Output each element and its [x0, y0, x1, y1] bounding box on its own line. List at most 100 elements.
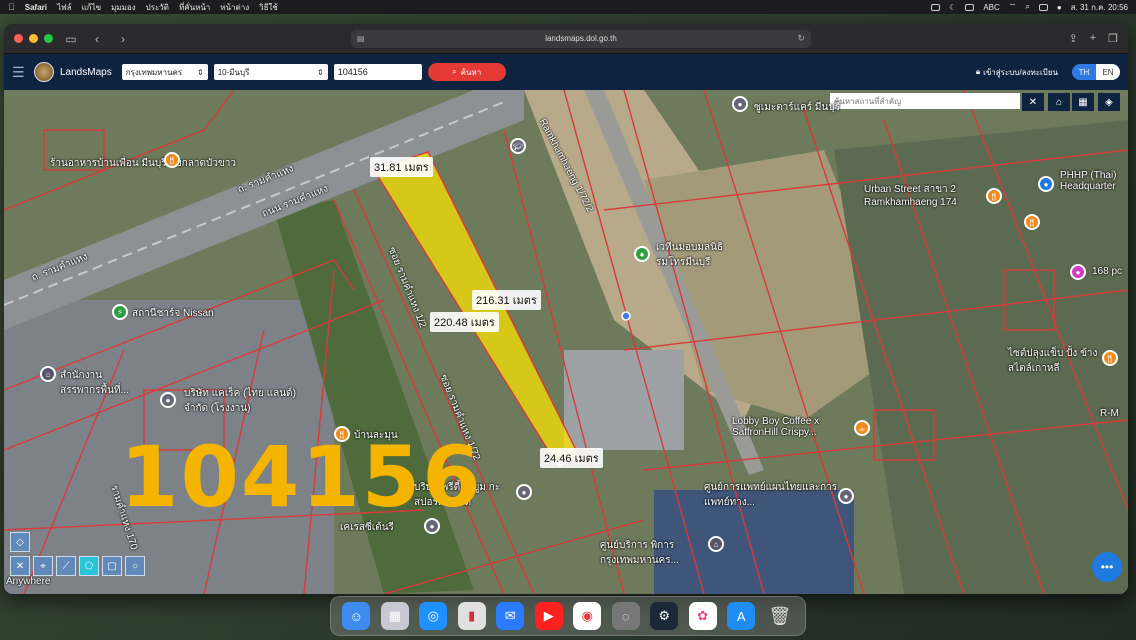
- label-supermarket: ซูเมะตาร์แคร์ มีนบุรี: [754, 102, 841, 113]
- pin-tool-icon[interactable]: ⌖: [33, 556, 53, 576]
- messenger-icon[interactable]: ✉: [496, 602, 525, 630]
- home-icon[interactable]: ⌂: [1048, 93, 1070, 111]
- circle-tool-icon[interactable]: ○: [125, 556, 145, 576]
- new-tab-icon[interactable]: +: [1090, 32, 1096, 45]
- wifi-icon[interactable]: ⌔: [1009, 2, 1017, 12]
- supermarket-pin-icon[interactable]: ●: [732, 96, 748, 112]
- launchpad-icon[interactable]: ▦: [380, 602, 409, 630]
- label-anywhere: Anywhere: [6, 576, 51, 587]
- label-restaurant: ร้านอาหารบ้านเพื่อน มีนบุรี แยกลาดบัวขาว: [50, 158, 237, 169]
- charging-station-icon[interactable]: ⚡︎: [112, 304, 128, 320]
- focus-moon-icon[interactable]: ☾: [949, 3, 956, 12]
- safari-window: ▭ ‹ › ▤ landsmaps.dol.go.th ↻ ⇪ + ❐ ☰ La…: [4, 24, 1128, 594]
- toolbar-right-actions: ⇪ + ❐: [1068, 32, 1118, 45]
- lang-en-button[interactable]: EN: [1096, 64, 1120, 80]
- display-icon[interactable]: [965, 3, 975, 11]
- place-search-input[interactable]: [830, 93, 1020, 109]
- sidebar-toggle-icon[interactable]: ▭: [63, 32, 79, 46]
- steam-icon[interactable]: ⚙: [650, 602, 679, 630]
- province-select[interactable]: กรุงเทพมหานคร ⇕: [121, 64, 208, 80]
- menu-history[interactable]: ประวัติ: [146, 1, 169, 14]
- polygon-tool-icon[interactable]: ⬠: [79, 556, 99, 576]
- layers-icon[interactable]: ◈: [1098, 93, 1120, 111]
- medical-pin-icon[interactable]: ●: [838, 488, 854, 504]
- district-select[interactable]: 10-มีนบุรี ⇕: [213, 64, 328, 80]
- map-canvas[interactable]: ✕ ⌂ ▦ ◈ 31.81 เมตร 216.31 เมตร 220.48 เม…: [4, 90, 1128, 594]
- photos-icon[interactable]: ✿: [688, 602, 717, 630]
- macos-menubar:  Safari ไฟล์ แก้ไข มุมมอง ประวัติ ที่คั…: [0, 0, 1136, 14]
- page-icon: ▤: [357, 34, 365, 43]
- control-center-icon[interactable]: [1038, 3, 1048, 11]
- music-icon[interactable]: ◉: [573, 602, 602, 630]
- line-tool-icon[interactable]: ⟋: [56, 556, 76, 576]
- youtube-icon[interactable]: ▶: [534, 602, 563, 630]
- service-center-pin-icon[interactable]: ⌂: [708, 536, 724, 552]
- restaurant-pin-icon[interactable]: 🍴︎: [164, 152, 180, 168]
- church-pin-icon[interactable]: ●: [634, 246, 650, 262]
- search-button[interactable]: ⌕ ค้นหา: [427, 63, 506, 81]
- label-168: 168 pc: [1092, 266, 1123, 277]
- label-phhp: PHHP (Thai) Headquarter: [1060, 170, 1117, 192]
- menu-window[interactable]: หน้าต่าง: [220, 1, 249, 14]
- menu-file[interactable]: ไฟล์: [57, 1, 72, 14]
- school-pin-icon[interactable]: 🎓︎: [510, 138, 526, 154]
- korean-shop-pin-icon[interactable]: 🍴︎: [1102, 350, 1118, 366]
- eraser-tool-icon[interactable]: ◇: [10, 532, 30, 552]
- disk-icon[interactable]: ◌: [611, 602, 640, 630]
- close-window-button[interactable]: [14, 34, 23, 43]
- safari-icon[interactable]: ◎: [419, 602, 448, 630]
- parcel-number-input[interactable]: [333, 64, 422, 80]
- food-pin-icon[interactable]: 🍴︎: [1024, 214, 1040, 230]
- phhp-pin-icon[interactable]: ●: [1038, 176, 1054, 192]
- apple-menu-icon[interactable]: : [8, 2, 15, 12]
- province-value: กรุงเทพมหานคร: [125, 67, 183, 77]
- parcel-number-overlay: 104156: [120, 428, 483, 526]
- more-options-button[interactable]: •••: [1092, 552, 1122, 582]
- menu-view[interactable]: มุมมอง: [111, 1, 136, 14]
- reload-icon[interactable]: ↻: [797, 33, 805, 44]
- office-pin-icon[interactable]: ⌂: [40, 366, 56, 382]
- menu-bookmarks[interactable]: ที่คั่นหน้า: [179, 1, 210, 14]
- siri-icon[interactable]: ●: [1057, 3, 1062, 12]
- label-company: บริษัท แคเร็ค (ไทย แลนด์) จำกัด (โรงงาน): [184, 388, 296, 414]
- urban-street-pin-icon[interactable]: 🍴︎: [986, 188, 1002, 204]
- menu-app-name[interactable]: Safari: [25, 3, 47, 12]
- input-source-label[interactable]: ABC: [983, 3, 999, 12]
- hamburger-menu-icon[interactable]: ☰: [12, 64, 28, 81]
- macos-dock: ☺ ▦ ◎ ▮ ✉ ▶ ◉ ◌ ⚙ ✿ A 🗑︎: [330, 596, 806, 636]
- zoom-window-button[interactable]: [44, 34, 53, 43]
- share-icon[interactable]: ⇪: [1068, 32, 1077, 45]
- lock-icon: 🔒︎: [975, 67, 981, 76]
- coffee-pin-icon[interactable]: ☕︎: [854, 420, 870, 436]
- lang-th-button[interactable]: TH: [1072, 64, 1096, 80]
- menu-edit[interactable]: แก้ไข: [82, 1, 102, 14]
- tab-overview-icon[interactable]: ❐: [1108, 32, 1118, 45]
- login-link[interactable]: 🔒︎ เข้าสู่ระบบ/ลงทะเบียน: [976, 66, 1058, 79]
- address-bar[interactable]: ▤ landsmaps.dol.go.th ↻: [351, 29, 811, 48]
- finder-icon[interactable]: ☺: [342, 602, 371, 630]
- clear-search-icon[interactable]: ✕: [1022, 93, 1044, 111]
- menubar-clock[interactable]: ส. 31 ก.ค. 20:56: [1071, 1, 1128, 14]
- screen-mirroring-icon[interactable]: [931, 3, 941, 11]
- notes-icon[interactable]: ▮: [457, 602, 486, 630]
- company-pin-icon[interactable]: ●: [160, 392, 176, 408]
- window-controls: [14, 34, 53, 43]
- pretty-pin-icon[interactable]: ●: [516, 484, 532, 500]
- spotlight-search-icon[interactable]: ⌕: [1025, 2, 1029, 12]
- forward-chevron-icon[interactable]: ›: [115, 32, 131, 46]
- login-label: เข้าสู่ระบบ/ลงทะเบียน: [983, 67, 1058, 77]
- shop-pin-icon[interactable]: ●: [1070, 264, 1086, 280]
- province-chevron-icon: ⇕: [197, 67, 204, 77]
- measurement-left: 220.48 เมตร: [430, 312, 499, 332]
- trash-icon[interactable]: 🗑︎: [766, 602, 794, 630]
- appstore-icon[interactable]: A: [727, 602, 756, 630]
- measurement-top: 31.81 เมตร: [370, 157, 433, 177]
- grid-icon[interactable]: ▦: [1072, 93, 1094, 111]
- rectangle-tool-icon[interactable]: ▢: [102, 556, 122, 576]
- minimize-window-button[interactable]: [29, 34, 38, 43]
- crosshair-tool-icon[interactable]: ✕: [10, 556, 30, 576]
- menu-help[interactable]: วิธีใช้: [259, 1, 278, 14]
- measurement-bottom: 24.46 เมตร: [540, 448, 603, 468]
- back-chevron-icon[interactable]: ‹: [89, 32, 105, 46]
- app-title: LandsMaps: [60, 66, 112, 78]
